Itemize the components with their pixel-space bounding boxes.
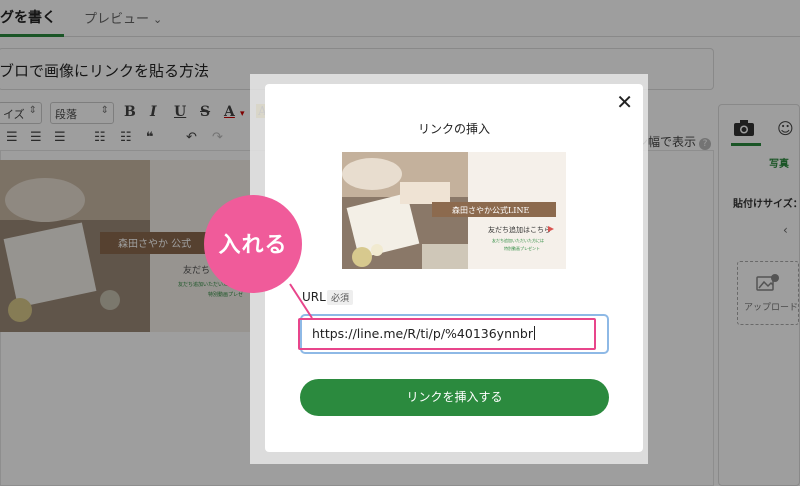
insert-link-dialog: ✕ リンクの挿入 森田さやか公式LINE 友だち追加はこちら 友だち追加いただい… xyxy=(265,84,643,452)
annotation-bubble: 入れる xyxy=(204,195,302,293)
required-badge: 必須 xyxy=(327,290,354,305)
annotation-text: 入れる xyxy=(218,233,288,258)
preview-card-line2: 友だち追加いただいた方には xyxy=(492,237,544,243)
link-preview-image: 森田さやか公式LINE 友だち追加はこちら 友だち追加いただいた方には 特別動画… xyxy=(342,152,566,269)
url-label: URL xyxy=(302,290,326,304)
dialog-title: リンクの挿入 xyxy=(417,122,490,136)
insert-link-button[interactable]: リンクを挿入する xyxy=(300,379,609,416)
close-icon[interactable]: ✕ xyxy=(616,90,633,114)
preview-card-title: 森田さやか公式LINE xyxy=(452,205,529,215)
url-input[interactable]: https://line.me/R/ti/p/%40136ynnbr xyxy=(300,314,609,354)
preview-card-line3: 特別動画プレゼント xyxy=(504,245,540,251)
url-input-value: https://line.me/R/ti/p/%40136ynnbr xyxy=(312,326,534,341)
preview-card-line1: 友だち追加はこちら xyxy=(488,225,551,234)
